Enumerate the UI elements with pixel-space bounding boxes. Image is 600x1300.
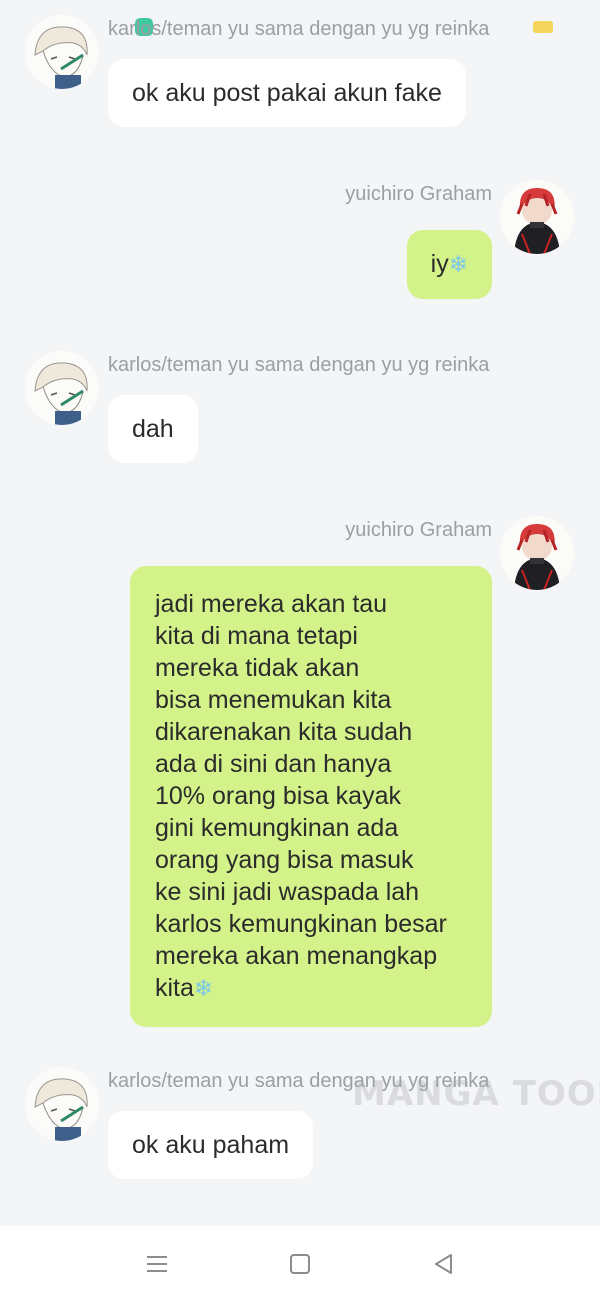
message-bubble[interactable]: dah [108, 395, 198, 463]
avatar-karlos-image [25, 15, 99, 89]
triangle-back-icon[interactable] [430, 1250, 458, 1278]
sender-name: yuichiro Graham [345, 183, 492, 205]
message-line: orang yang bisa masuk [155, 846, 414, 874]
avatar-yuichiro-image [500, 516, 574, 590]
snowflake-icon: ❄ [448, 252, 468, 278]
message-bubble[interactable]: iy❄ [406, 230, 492, 299]
message-text: ok aku paham [132, 1131, 290, 1159]
avatar-yuichiro-image [500, 180, 574, 254]
message-text: ok aku post pakai akun fake [132, 79, 442, 107]
message-line: 10% orang bisa kayak [155, 782, 401, 810]
message-line: mereka tidak akan [155, 654, 360, 682]
menu-icon[interactable] [143, 1250, 171, 1278]
avatar-karlos[interactable] [25, 1067, 99, 1141]
message-line: jadi mereka akan tau [155, 590, 388, 618]
message-bubble[interactable]: ok aku post pakai akun fake [108, 59, 466, 127]
sender-name: yuichiro Graham [345, 519, 492, 541]
message-bubble[interactable]: jadi mereka akan tau kita di mana tetapi… [130, 566, 492, 1027]
message-text: dah [132, 415, 174, 443]
sender-name: karlos/teman yu sama dengan yu yg reinka [108, 18, 490, 40]
message-line: ke sini jadi waspada lah [155, 878, 420, 906]
battery-icon [533, 21, 553, 33]
avatar-karlos[interactable] [25, 351, 99, 425]
message-line: kita di mana tetapi [155, 622, 358, 650]
message-line: bisa menemukan kita [155, 686, 392, 714]
avatar-yuichiro[interactable] [500, 516, 574, 590]
square-home-icon[interactable] [286, 1250, 314, 1278]
watermark: MANGA TOON [352, 1074, 600, 1114]
message-bubble[interactable]: ok aku paham [108, 1111, 314, 1179]
message-line: ada di sini dan hanya [155, 750, 392, 778]
avatar-karlos-image [25, 1067, 99, 1141]
avatar-karlos-image [25, 351, 99, 425]
avatar-karlos[interactable] [25, 15, 99, 89]
message-text: iy❄ [430, 250, 468, 278]
message-line: mereka akan menangkap [155, 942, 438, 970]
message-line: dikarenakan kita sudah [155, 718, 413, 746]
message-line: karlos kemungkinan besar [155, 910, 447, 938]
sender-name: karlos/teman yu sama dengan yu yg reinka [108, 354, 490, 376]
message-line: kita❄ [155, 974, 214, 1002]
navigation-bar [0, 1226, 600, 1300]
avatar-yuichiro[interactable] [500, 180, 574, 254]
snowflake-icon: ❄ [193, 976, 214, 1002]
message-line: gini kemungkinan ada [155, 814, 399, 842]
